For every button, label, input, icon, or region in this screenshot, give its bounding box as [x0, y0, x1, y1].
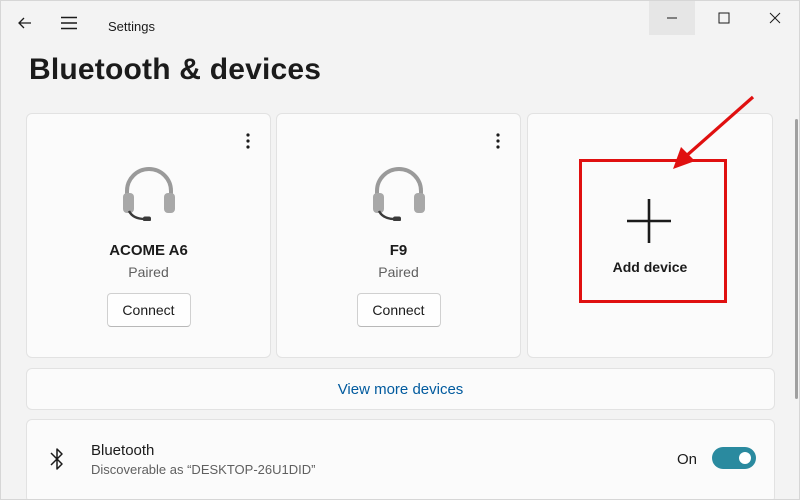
back-button[interactable] — [11, 9, 39, 37]
more-vertical-icon — [246, 133, 250, 149]
add-device-label: Add device — [612, 259, 688, 275]
page-title: Bluetooth & devices — [29, 53, 322, 86]
device-card[interactable]: F9 Paired Connect — [276, 113, 521, 358]
toggle-knob — [739, 452, 751, 464]
scrollbar[interactable] — [795, 119, 798, 399]
device-card[interactable]: ACOME A6 Paired Connect — [26, 113, 271, 358]
more-vertical-icon — [496, 133, 500, 149]
connect-button[interactable]: Connect — [106, 293, 191, 327]
close-icon — [769, 12, 781, 24]
bluetooth-toggle[interactable] — [712, 447, 756, 469]
connect-button[interactable]: Connect — [356, 293, 441, 327]
headphones-icon — [122, 167, 175, 221]
hamburger-icon — [61, 16, 77, 30]
minimize-icon — [667, 17, 677, 19]
toggle-state-label: On — [677, 451, 698, 468]
bluetooth-title: Bluetooth — [91, 442, 155, 459]
device-status: Paired — [378, 264, 419, 280]
title-bar: Settings — [1, 1, 799, 43]
bluetooth-icon — [50, 448, 63, 470]
minimize-button[interactable] — [649, 1, 695, 35]
device-name: ACOME A6 — [109, 242, 188, 259]
add-device-card[interactable]: Add device — [527, 113, 773, 358]
more-options-button[interactable] — [240, 130, 256, 152]
close-button[interactable] — [752, 1, 798, 35]
menu-button[interactable] — [55, 9, 83, 37]
headphones-icon — [372, 167, 425, 221]
app-title: Settings — [108, 19, 155, 34]
view-more-devices-button[interactable]: View more devices — [26, 368, 775, 410]
plus-icon — [627, 199, 671, 243]
bluetooth-discoverable-text: Discoverable as “DESKTOP-26U1DID” — [91, 462, 316, 477]
maximize-button[interactable] — [701, 1, 747, 35]
maximize-icon — [718, 12, 730, 24]
device-name: F9 — [389, 242, 408, 259]
bluetooth-setting-row: Bluetooth Discoverable as “DESKTOP-26U1D… — [26, 419, 775, 499]
device-status: Paired — [128, 264, 169, 280]
back-arrow-icon — [18, 17, 31, 29]
settings-window: Settings Bluetooth & devices ACOME A6 Pa… — [0, 0, 800, 500]
more-options-button[interactable] — [490, 130, 506, 152]
